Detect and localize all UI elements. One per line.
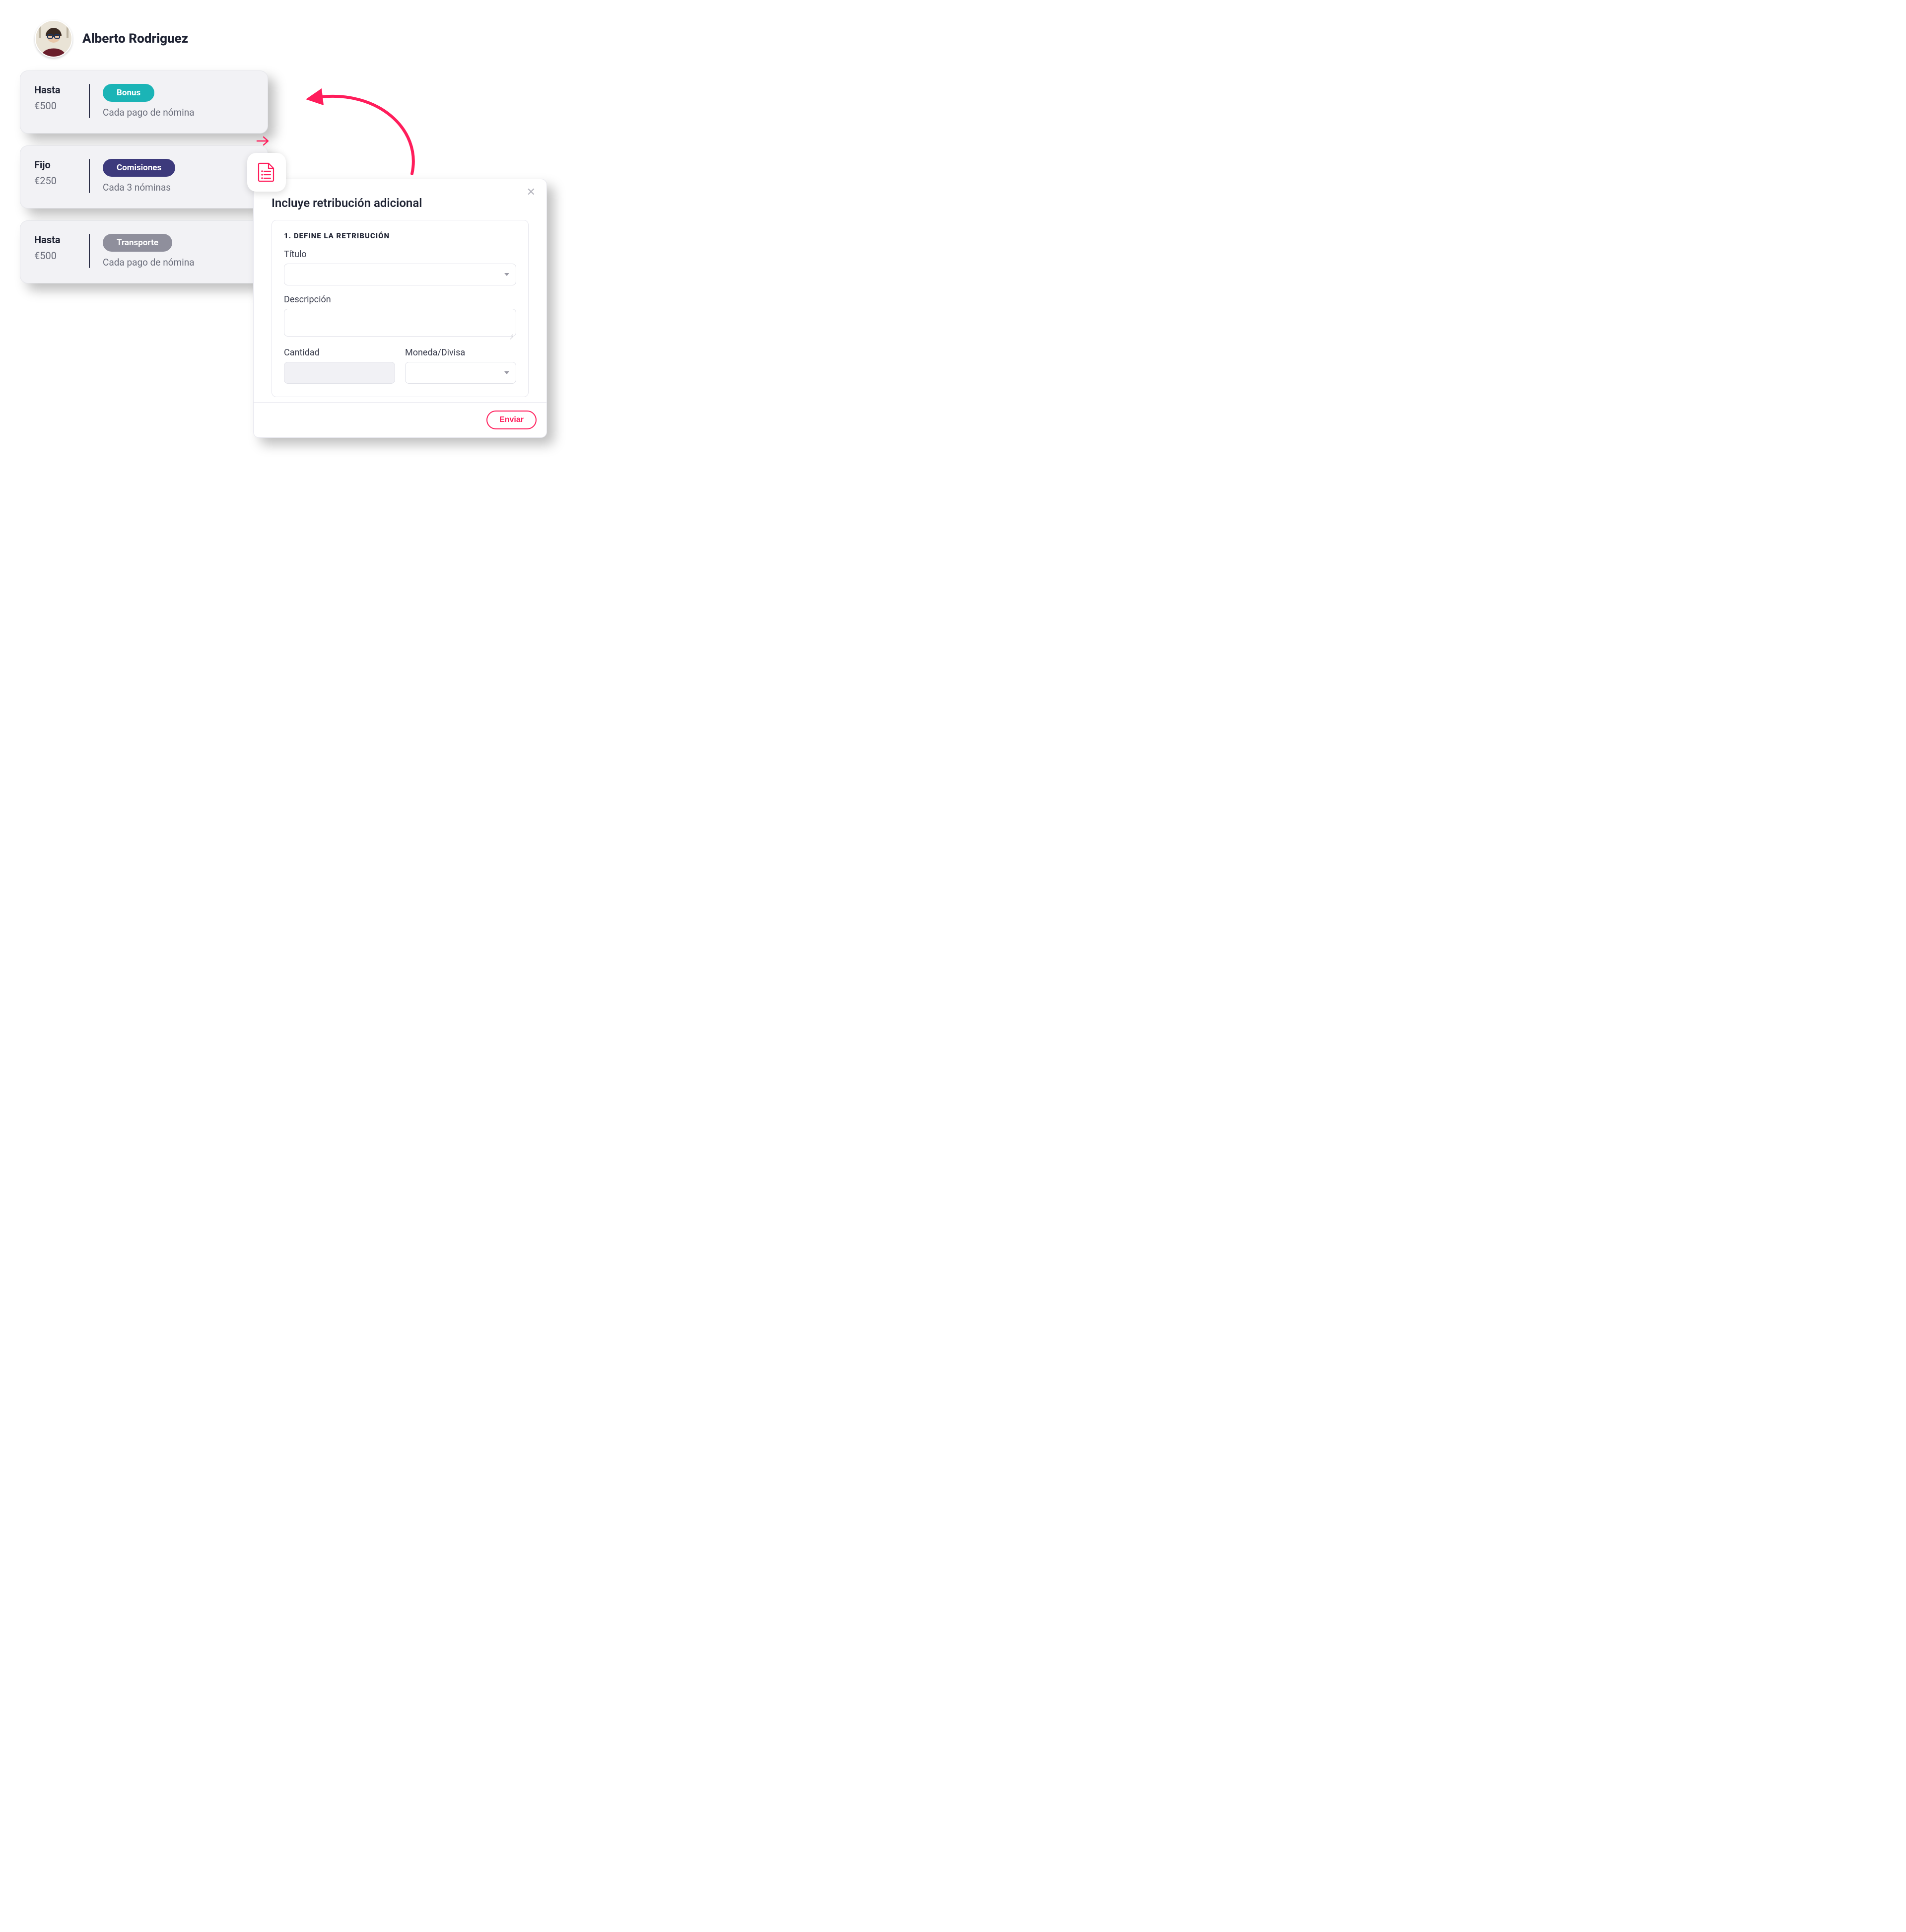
submit-button[interactable]: Enviar [486,411,537,429]
step-heading: 1. DEFINE LA RETRIBUCIÓN [284,231,516,240]
card-divider [89,159,90,193]
comp-amount-value: €500 [34,250,84,262]
card-divider [89,84,90,118]
compensation-card[interactable]: Hasta €500 Transporte Cada pago de nómin… [20,220,268,283]
title-select[interactable] [284,264,516,285]
close-icon: ✕ [527,186,536,198]
amount-field-label: Cantidad [284,347,395,358]
comp-frequency: Cada pago de nómina [103,107,195,118]
comp-amount-value: €250 [34,175,84,187]
document-list-icon [247,153,286,192]
currency-field-label: Moneda/Divisa [405,347,516,358]
description-textarea[interactable] [284,309,516,337]
close-button[interactable]: ✕ [524,186,539,198]
comp-frequency: Cada 3 nóminas [103,182,171,193]
modal-title: Incluye retribución adicional [272,196,529,210]
profile-header: Alberto Rodriguez [35,20,601,58]
comp-type-label: Hasta [34,84,84,96]
compensation-card[interactable]: Hasta €500 Bonus Cada pago de nómina [20,70,268,134]
compensation-card[interactable]: Fijo €250 Comisiones Cada 3 nóminas [20,145,268,208]
amount-input[interactable] [284,362,395,384]
title-field-label: Título [284,249,516,260]
step-define-compensation: 1. DEFINE LA RETRIBUCIÓN Título Descripc… [272,220,529,397]
comp-category-chip: Transporte [103,234,172,252]
arrow-right-icon [256,133,270,150]
comp-amount-value: €500 [34,100,84,112]
card-divider [89,234,90,268]
comp-type-label: Hasta [34,234,84,246]
comp-frequency: Cada pago de nómina [103,257,195,268]
comp-type-label: Fijo [34,159,84,171]
compensation-card-list: Hasta €500 Bonus Cada pago de nómina Fij… [20,70,268,283]
currency-select[interactable] [405,362,516,384]
profile-name: Alberto Rodriguez [82,31,188,46]
avatar [35,20,72,58]
add-compensation-modal: ✕ Incluye retribución adicional 1. DEFIN… [253,179,547,438]
description-field-label: Descripción [284,294,516,305]
flow-arrow-icon [298,79,427,179]
comp-category-chip: Bonus [103,84,154,102]
comp-category-chip: Comisiones [103,159,175,177]
